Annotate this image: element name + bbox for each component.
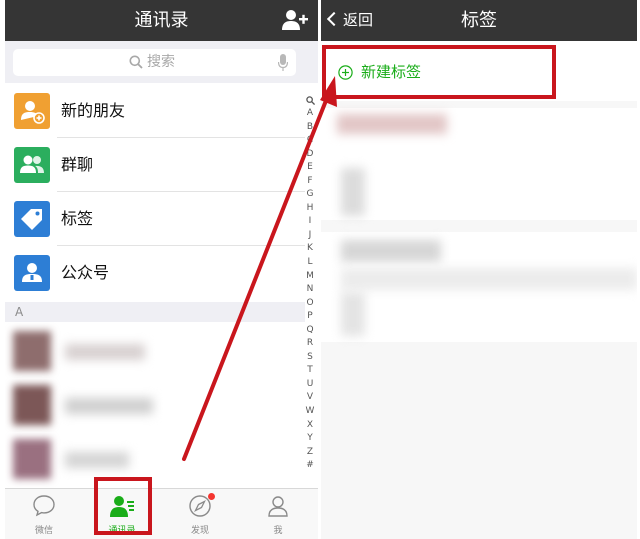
microphone-icon[interactable] xyxy=(278,54,288,71)
menu-item-new-friends[interactable]: 新的朋友 xyxy=(5,84,305,138)
avatar xyxy=(13,331,51,371)
index-letter[interactable]: C xyxy=(302,134,318,148)
index-letter[interactable]: O xyxy=(302,297,318,311)
index-letter[interactable]: X xyxy=(302,419,318,433)
tab-chats[interactable]: 微信 xyxy=(5,489,83,539)
index-letter[interactable]: U xyxy=(302,378,318,392)
tags-title: 标签 xyxy=(461,10,497,31)
index-letter[interactable]: M xyxy=(302,270,318,284)
tab-me[interactable]: 我 xyxy=(239,489,317,539)
highlight-box-contacts-tab xyxy=(94,477,152,535)
menu-item-official-accounts[interactable]: 公众号 xyxy=(5,246,305,300)
tab-label: 发现 xyxy=(190,526,209,536)
menu-item-label: 公众号 xyxy=(61,263,110,282)
index-letter[interactable]: W xyxy=(302,405,318,419)
chat-bubble-icon xyxy=(33,495,55,517)
tag-icon xyxy=(14,201,50,237)
section-letter: A xyxy=(15,305,24,319)
index-letter[interactable]: V xyxy=(302,391,318,405)
search-placeholder: 搜索 xyxy=(147,54,175,70)
tab-label: 我 xyxy=(273,526,283,536)
menu-item-label: 群聊 xyxy=(61,155,94,174)
tag-name-redacted xyxy=(337,114,447,134)
alphabet-index[interactable]: A B C D E F G H I J K L M N O P Q R S T … xyxy=(302,96,318,473)
avatar xyxy=(13,385,51,425)
index-letter[interactable]: Y xyxy=(302,432,318,446)
tags-navbar: 返回 标签 xyxy=(321,0,637,41)
index-letter[interactable]: J xyxy=(302,229,318,243)
index-letter[interactable]: S xyxy=(302,351,318,365)
tag-member-redacted xyxy=(341,292,365,336)
avatar xyxy=(13,439,51,479)
index-letter[interactable]: P xyxy=(302,310,318,324)
contacts-screen: 通讯录 搜索 新的朋友 群聊 标签 公众号 A A B C D E F G H … xyxy=(5,0,318,539)
contact-row[interactable] xyxy=(5,432,305,486)
tab-label: 微信 xyxy=(34,526,53,536)
tab-bar: 微信 通讯录 发现 我 xyxy=(5,488,318,539)
tab-discover[interactable]: 发现 xyxy=(161,489,239,539)
contact-name-redacted xyxy=(65,344,145,360)
person-icon xyxy=(268,496,288,517)
search-input[interactable]: 搜索 xyxy=(13,49,296,76)
index-letter[interactable]: Z xyxy=(302,446,318,460)
menu-item-tags[interactable]: 标签 xyxy=(5,192,305,246)
menu-item-label: 标签 xyxy=(61,209,94,228)
index-letter[interactable]: G xyxy=(302,188,318,202)
index-letter[interactable]: N xyxy=(302,283,318,297)
menu-item-label: 新的朋友 xyxy=(61,101,126,120)
group-chat-icon xyxy=(14,147,50,183)
index-letter[interactable]: D xyxy=(302,148,318,162)
highlight-box-new-tag xyxy=(322,45,556,99)
new-friends-icon xyxy=(14,93,50,129)
contact-row[interactable] xyxy=(5,324,305,378)
index-letter[interactable]: I xyxy=(302,215,318,229)
index-letter[interactable]: E xyxy=(302,161,318,175)
index-letter[interactable]: L xyxy=(302,256,318,270)
menu-item-group-chat[interactable]: 群聊 xyxy=(5,138,305,192)
notification-badge xyxy=(208,493,215,500)
tag-list-item[interactable] xyxy=(321,232,637,342)
index-letter[interactable]: H xyxy=(302,202,318,216)
index-letter[interactable]: F xyxy=(302,175,318,189)
contact-row[interactable] xyxy=(5,378,305,432)
index-letter[interactable]: Q xyxy=(302,324,318,338)
contacts-navbar: 通讯录 xyxy=(5,0,318,41)
contact-name-redacted xyxy=(65,452,129,468)
index-letter[interactable]: T xyxy=(302,364,318,378)
tag-name-redacted xyxy=(341,240,441,262)
tag-member-redacted xyxy=(341,168,365,216)
index-letter[interactable]: A xyxy=(302,107,318,121)
index-letter[interactable]: # xyxy=(302,459,318,473)
index-letter[interactable]: B xyxy=(302,121,318,135)
tag-member-redacted xyxy=(341,268,637,290)
search-icon xyxy=(129,55,143,69)
index-search-icon[interactable] xyxy=(305,96,315,105)
official-account-icon xyxy=(14,255,50,291)
tag-list-item[interactable] xyxy=(321,108,637,220)
search-bar: 搜索 xyxy=(5,41,318,83)
contacts-title: 通讯录 xyxy=(134,10,189,31)
contact-name-redacted xyxy=(65,398,153,414)
index-letter[interactable]: K xyxy=(302,242,318,256)
section-header: A xyxy=(5,302,305,322)
add-contact-icon[interactable] xyxy=(282,9,308,31)
index-letter[interactable]: R xyxy=(302,337,318,351)
